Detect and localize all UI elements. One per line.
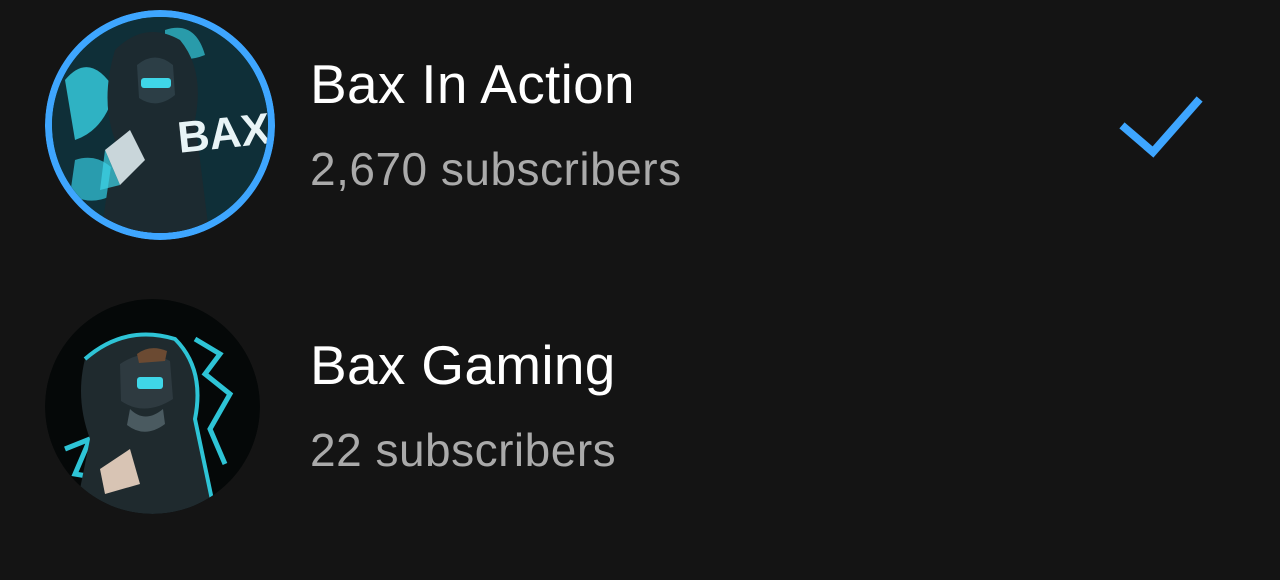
account-name: Bax In Action: [310, 53, 635, 115]
account-item-bax-gaming[interactable]: Bax Gaming 22 subscribers: [0, 283, 1280, 533]
account-name: Bax Gaming: [310, 334, 616, 396]
account-list: BAX AC Bax In Action 2,670 subscribers: [0, 0, 1280, 580]
avatar-image: BAX AC: [45, 10, 275, 240]
subscriber-count: 2,670 subscribers: [310, 143, 682, 195]
account-item-bax-in-action[interactable]: BAX AC Bax In Action 2,670 subscribers: [0, 0, 1280, 250]
checkmark-icon: [1119, 96, 1203, 158]
avatar-image: [45, 299, 260, 514]
avatar: BAX AC: [45, 10, 275, 240]
subscriber-count: 22 subscribers: [310, 424, 617, 476]
avatar: [45, 299, 260, 514]
